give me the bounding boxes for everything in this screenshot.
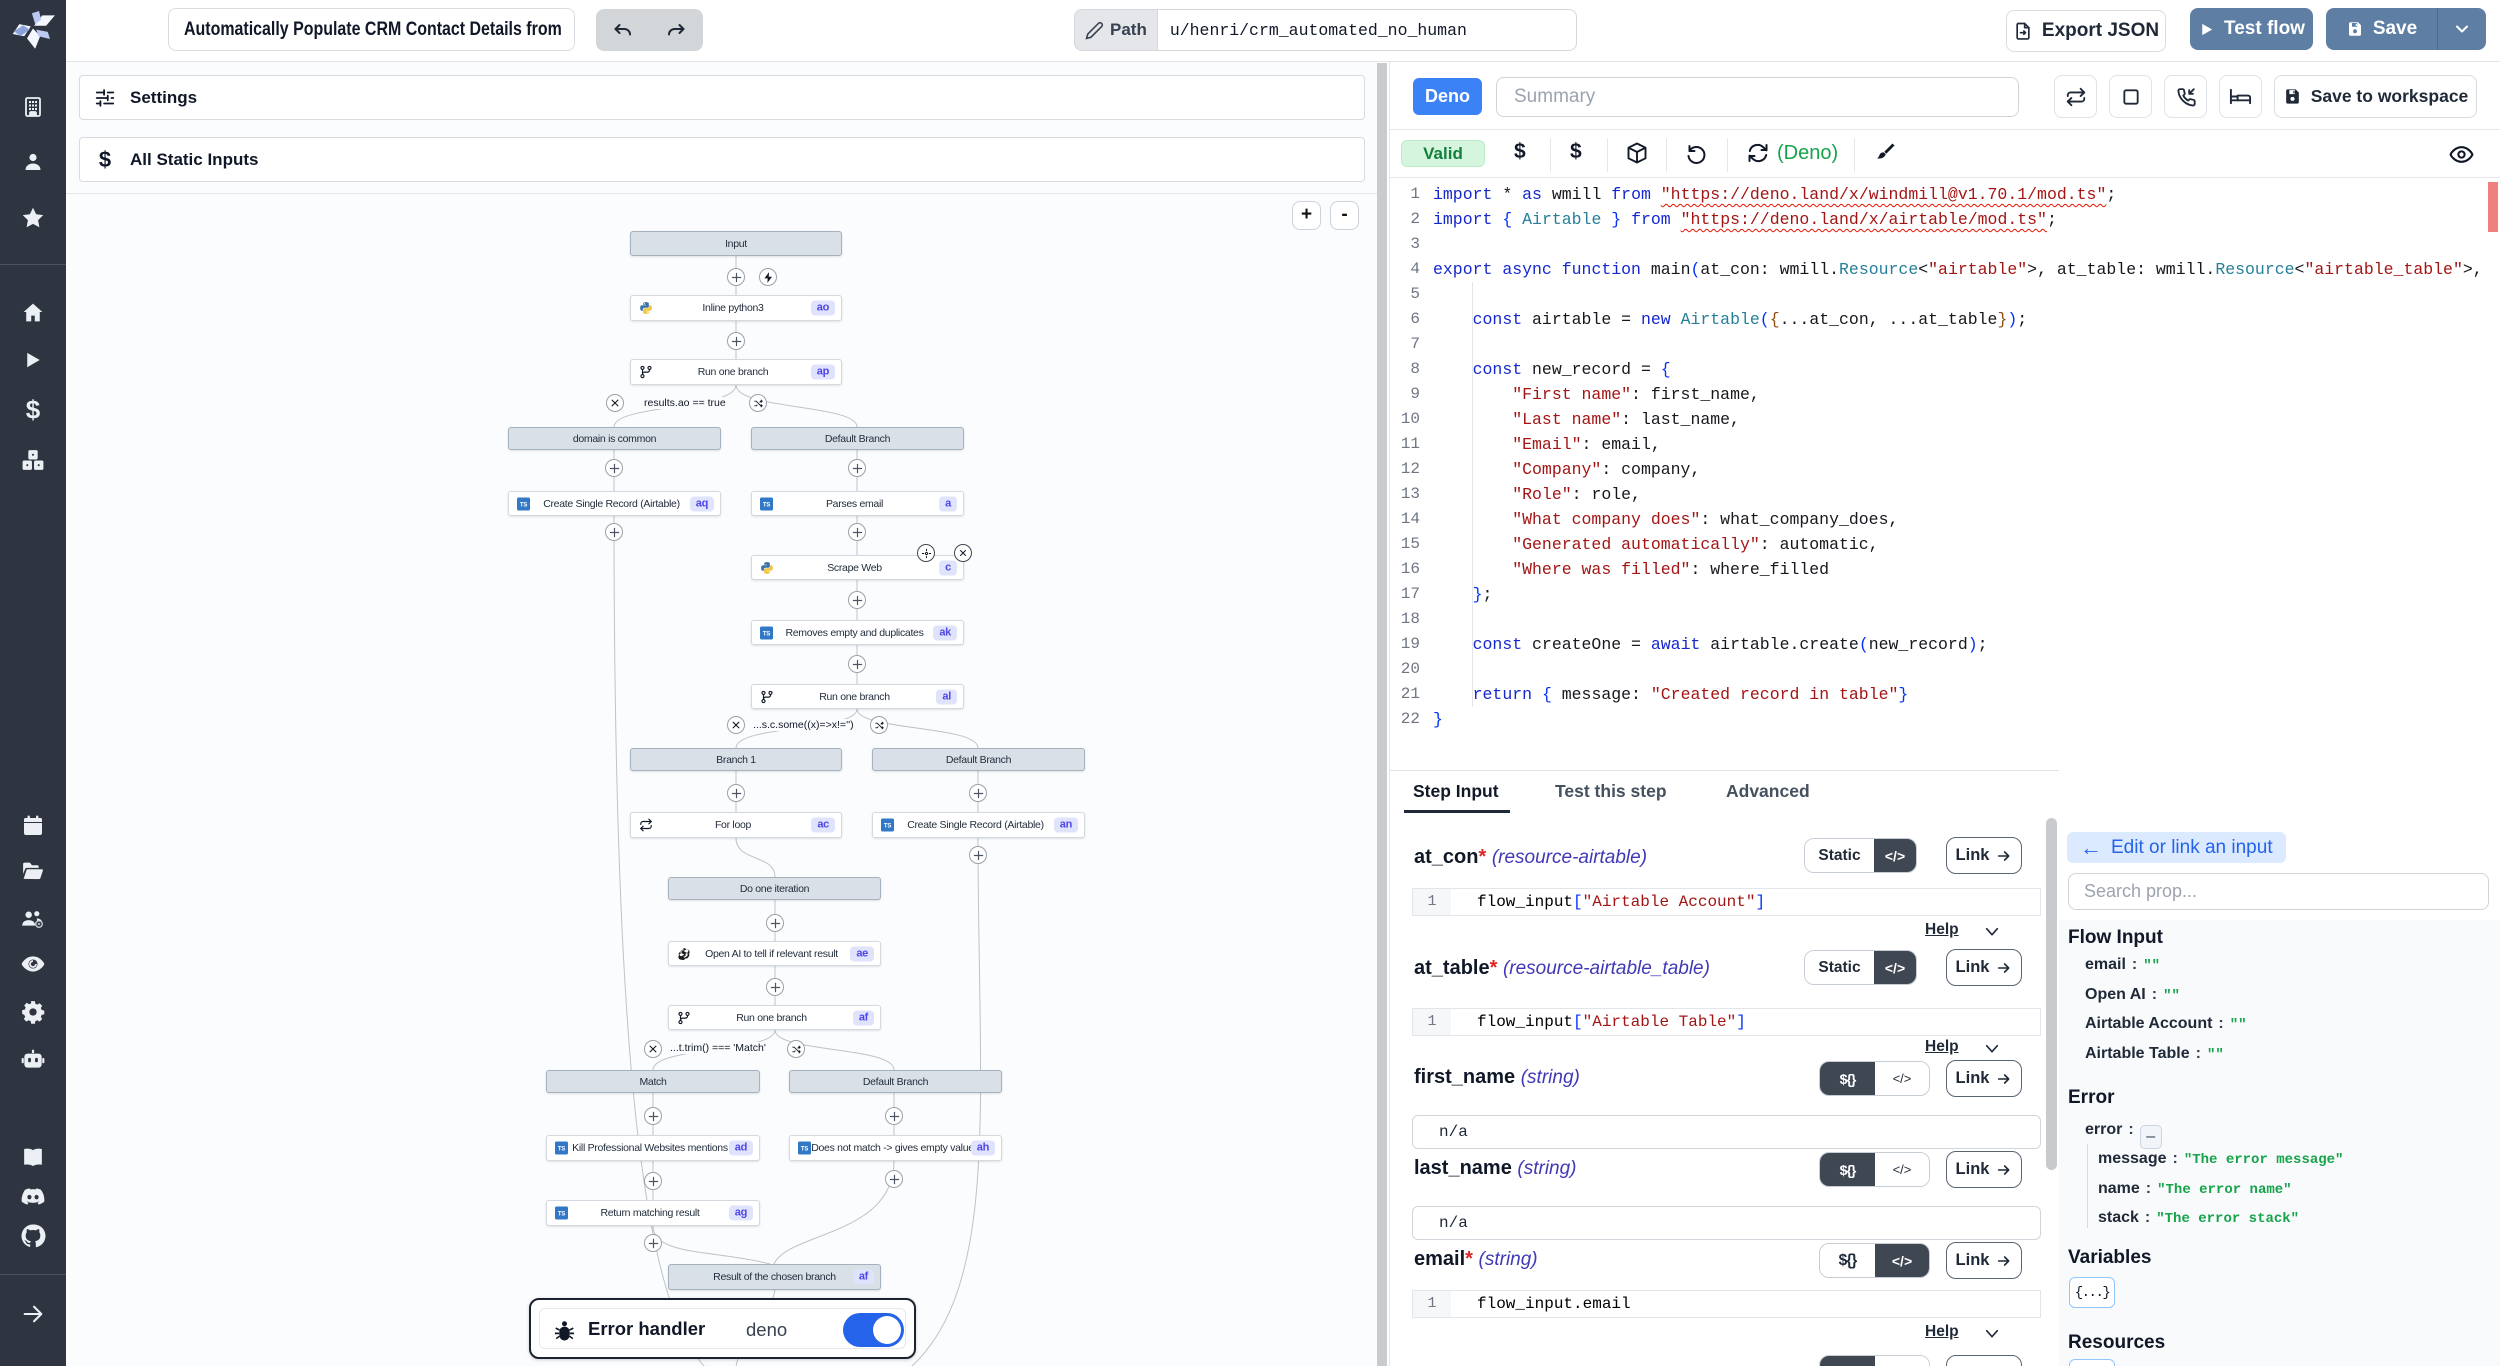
svg-text:TS: TS bbox=[558, 1212, 565, 1218]
svg-text:TS: TS bbox=[558, 1147, 565, 1153]
svg-text:TS: TS bbox=[801, 1147, 808, 1153]
svg-text:TS: TS bbox=[884, 824, 891, 830]
svg-text:TS: TS bbox=[763, 631, 770, 637]
svg-text:TS: TS bbox=[763, 502, 770, 508]
svg-text:TS: TS bbox=[520, 502, 527, 508]
